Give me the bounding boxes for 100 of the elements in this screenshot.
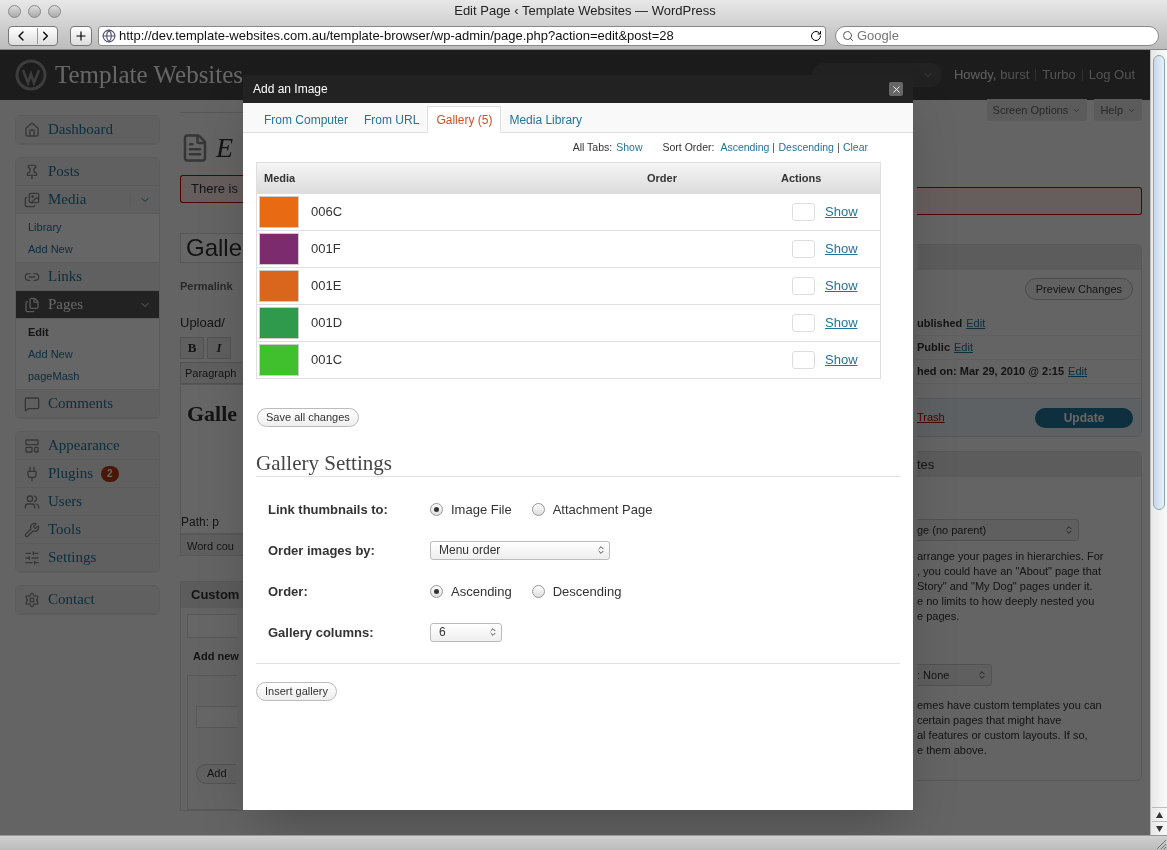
window-button[interactable] [48,4,61,18]
menu-icon [24,493,40,510]
add-bookmark-button[interactable] [70,25,92,46]
sidebar-item[interactable]: Comments [16,390,159,418]
order-field[interactable] [792,276,815,295]
dialog-tab[interactable]: Media Library [501,106,591,133]
sidebar-item[interactable]: Users [16,488,159,516]
globe-icon [102,28,116,43]
submenu-item[interactable]: Add New [16,343,159,365]
save-button[interactable]: Save all changes [257,407,359,427]
error-notice: There is [180,175,243,203]
edit-link[interactable]: Edit [1068,363,1088,380]
section-heading: Gallery Settings [256,449,900,477]
page-heading: E [216,130,234,165]
title-field[interactable]: Galle [180,233,243,263]
dialog-title: Add an Image [253,81,328,98]
scroll-up-icon[interactable] [1151,807,1167,821]
show-link[interactable]: Show [825,350,858,370]
sidebar-item[interactable]: Settings [16,544,159,572]
radio-button[interactable] [531,502,545,516]
image-name: 001F [311,240,342,258]
stepper-icon [977,670,987,680]
scroll-thumb[interactable] [1153,55,1165,510]
sidebar-item[interactable]: Links [16,263,159,291]
menu-label: Media [48,190,87,210]
show-link[interactable]: Show [616,140,643,156]
sidebar-item[interactable]: Contact [16,586,159,614]
help-text: e no limits to how deeply nested you [917,594,1096,609]
sidebar-item[interactable]: Plugins 2 [16,460,159,488]
dialog-tab[interactable]: From Computer [256,106,357,133]
publish-info: ublished [917,316,963,332]
update-button[interactable]: Update [1035,407,1133,428]
trash-link[interactable]: Trash [917,409,945,426]
menu-label: Posts [48,162,80,182]
radio-button[interactable] [531,584,545,598]
template-select[interactable]: : None [917,664,992,686]
sidebar-item[interactable]: Dashboard [16,116,159,144]
order-field[interactable] [792,202,815,221]
format-button[interactable]: I [207,337,231,359]
image-name: 001D [311,314,344,332]
submenu-item[interactable]: Add New [16,238,159,260]
order-field[interactable] [792,239,815,258]
order-field[interactable] [792,350,815,369]
sidebar-item[interactable]: Tools [16,516,159,544]
field-label: Link thumbnails to: [268,500,389,519]
menu-label: Dashboard [48,120,113,140]
sidebar-item[interactable]: Pages [16,291,159,319]
sort-link[interactable]: Ascending [720,140,770,156]
select-field[interactable]: 6 [430,622,502,642]
select-field[interactable]: Menu order [430,540,610,560]
preview-button[interactable]: Preview Changes [1024,278,1133,300]
sort-link[interactable]: Clear [842,140,868,156]
menu-icon [24,191,40,208]
sort-link[interactable]: Descending [778,140,834,156]
editor-path: Path: p [181,514,221,531]
help-text: e pages. [917,609,961,624]
publish-info: Public [917,340,950,356]
stepper-icon [596,545,606,556]
show-link[interactable]: Show [825,202,858,222]
close-button[interactable] [889,82,903,96]
order-field[interactable] [792,313,815,332]
radio-label: Ascending [451,582,512,601]
sidebar-item[interactable]: Appearance [16,432,159,460]
edit-link[interactable]: Edit [954,339,973,356]
window-button[interactable] [8,4,21,18]
format-select[interactable]: Paragraph [180,362,243,384]
sidebar-item[interactable]: Posts [16,158,159,186]
reload-icon [810,29,822,42]
count-badge: 2 [101,465,119,482]
insert-button[interactable]: Insert gallery [256,681,337,701]
menu-icon [24,465,40,482]
sidebar-item[interactable]: Media [16,186,159,214]
show-link[interactable]: Show [825,276,858,296]
submenu-item[interactable]: pageMash [16,365,159,387]
dialog-tab[interactable]: Gallery (5) [427,106,502,133]
show-link[interactable]: Show [825,313,858,333]
menu-label: Links [48,267,83,287]
window-button[interactable] [28,4,41,18]
add-button[interactable]: Add [196,763,236,784]
submenu-item[interactable]: Library [16,216,159,238]
show-link[interactable]: Show [825,239,858,259]
image-name: 001C [311,351,344,369]
address-field[interactable]: http://dev.template-websites.com.au/template-browser/wp-admin/page.php?action=edit&post=28 [98,25,826,46]
radio-button[interactable] [430,502,443,516]
back-forward-buttons[interactable] [8,25,58,46]
radio-label: Attachment Page [552,500,653,519]
upload-label: Upload/ [180,313,226,332]
dialog-tab[interactable]: From URL [356,106,428,133]
help-text: al features or custom layouts. If so, [917,728,1089,743]
image-name: 001E [311,277,343,295]
add-new-label: Add new [192,649,240,664]
format-button[interactable]: B [180,337,204,359]
edit-link[interactable]: Edit [966,315,986,332]
menu-icon [24,121,40,138]
box-title: tes [917,452,1141,477]
help-text: arrange your pages in hierarchies. For [917,549,1105,564]
parent-select[interactable]: ge (no parent) [917,519,1079,541]
radio-button[interactable] [430,584,443,598]
submenu-item[interactable]: Edit [16,321,159,343]
publish-info: hed on: Mar 29, 2010 @ 2:15 [917,364,1065,380]
